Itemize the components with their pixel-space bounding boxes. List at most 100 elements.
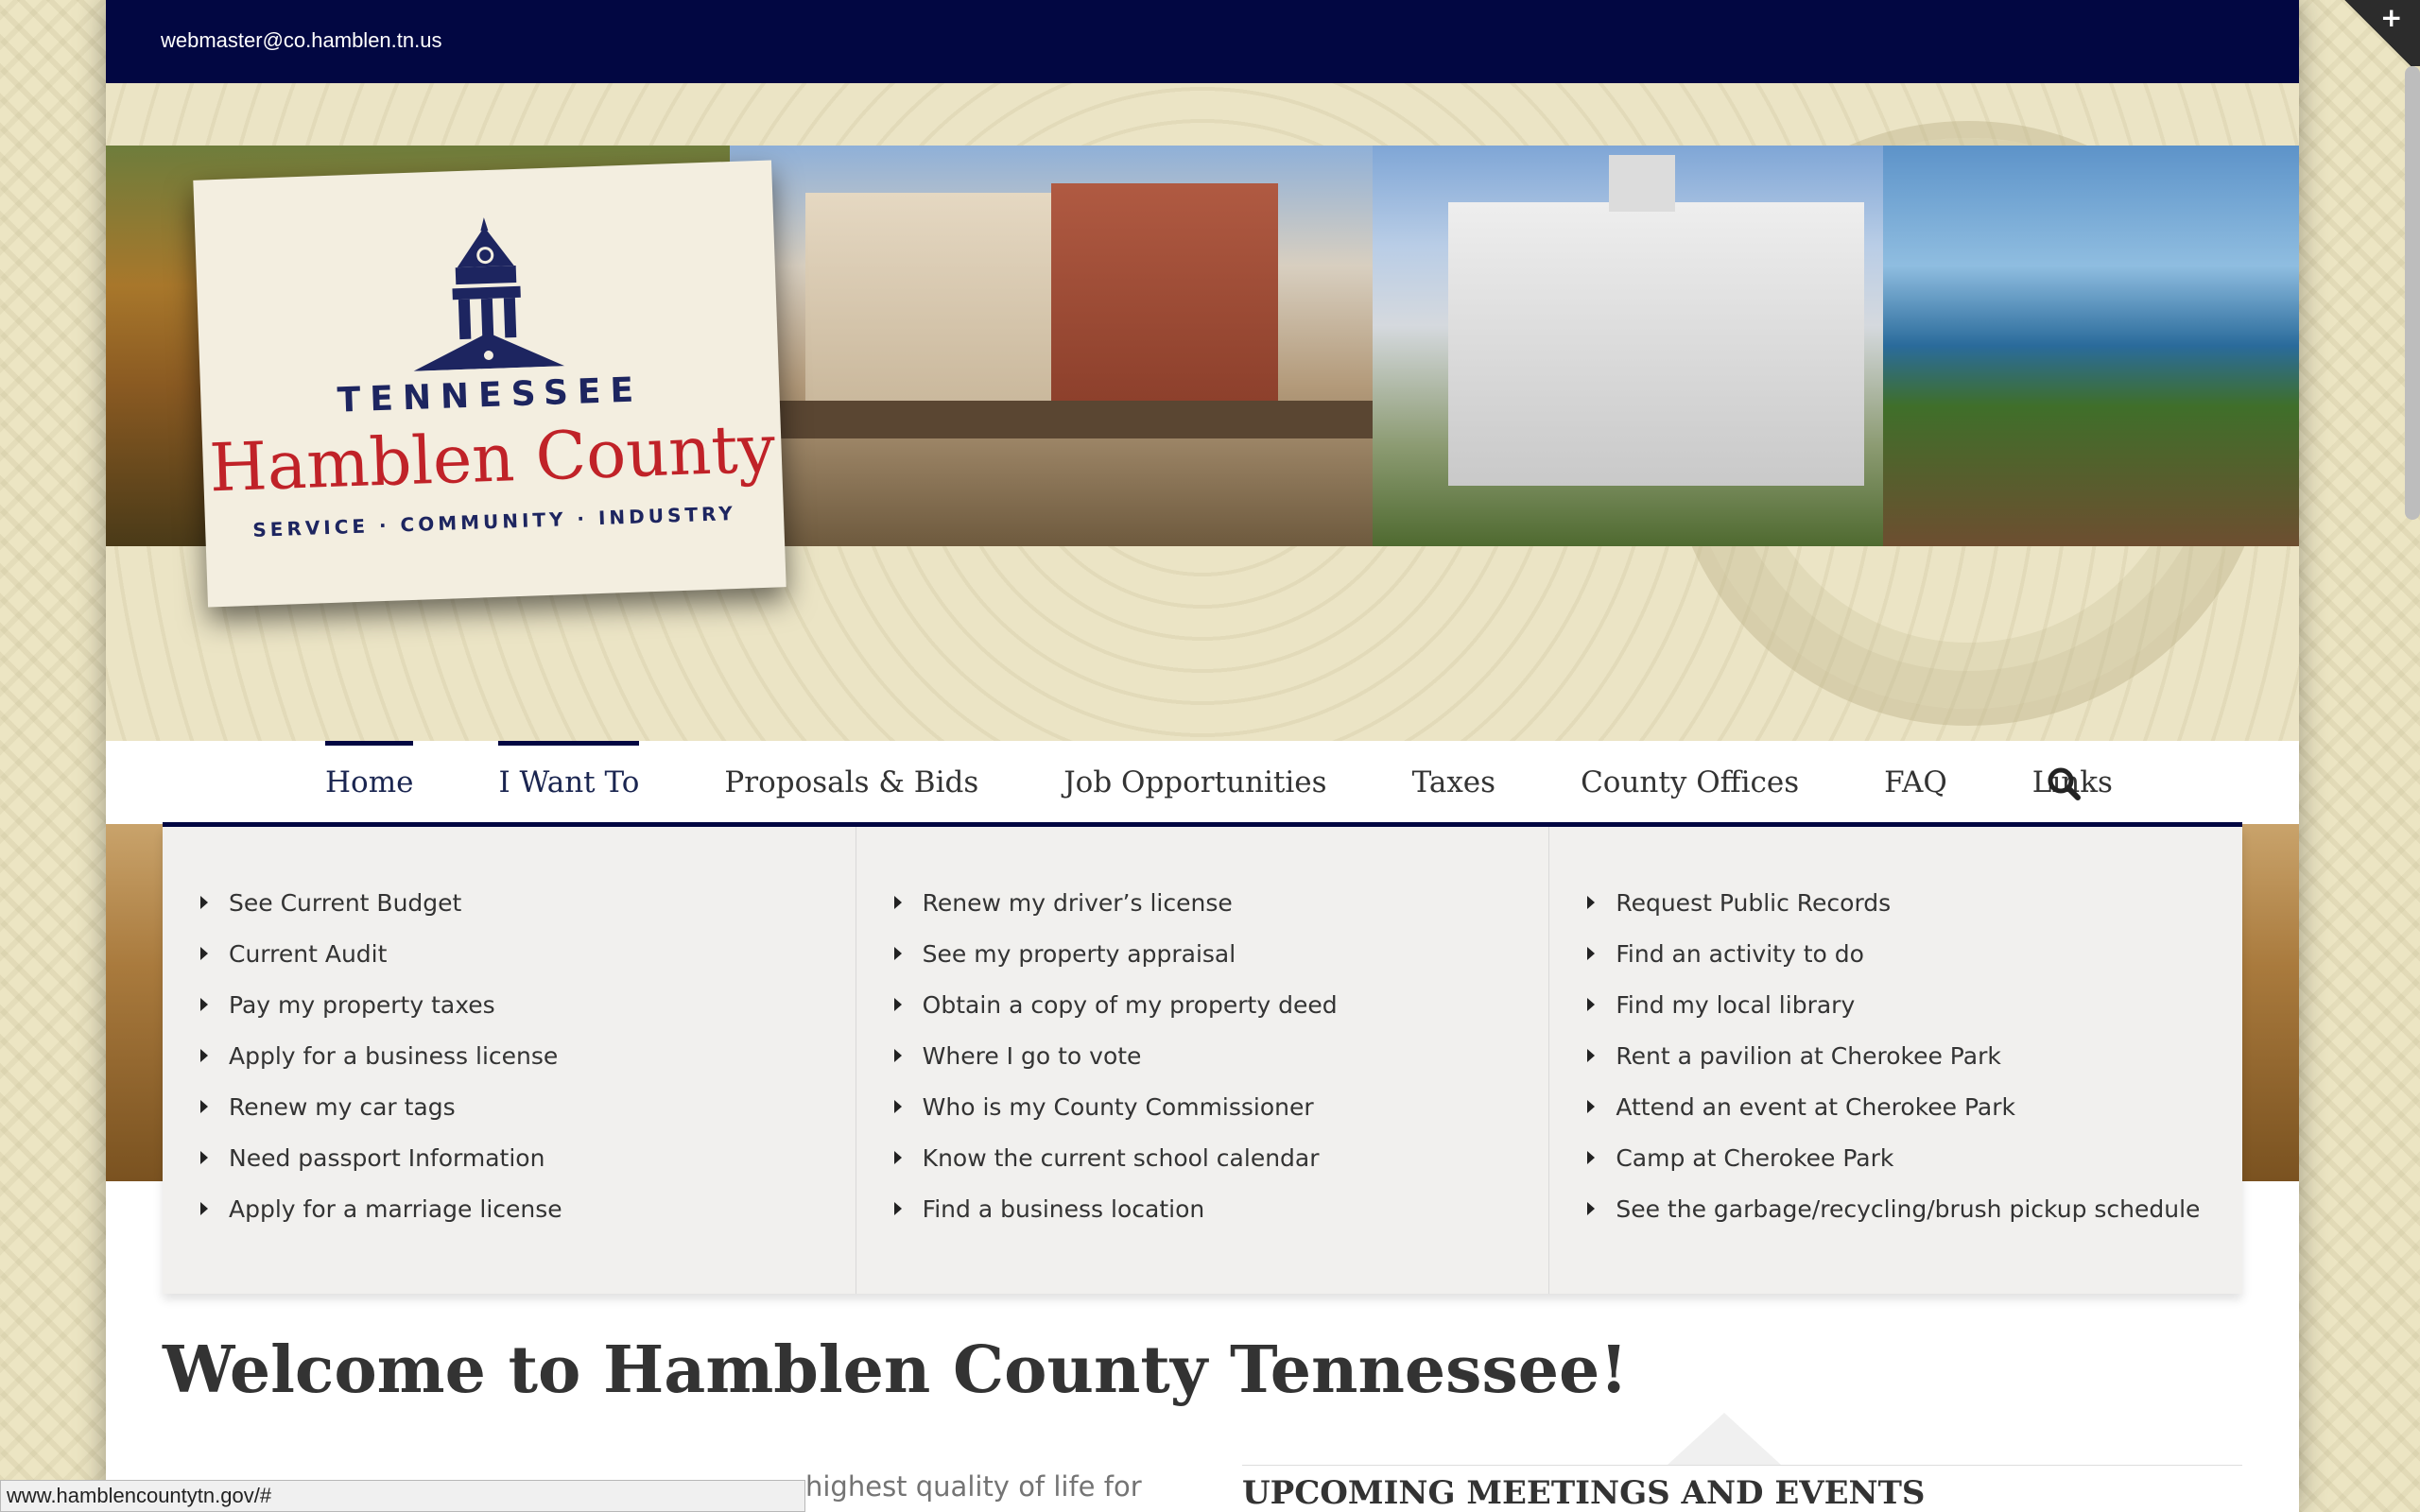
mega-menu-link-label: Find a business location (922, 1195, 1205, 1223)
caret-right-icon (200, 896, 208, 909)
caret-right-icon (1587, 998, 1596, 1011)
webmaster-email-link[interactable]: webmaster@co.hamblen.tn.us (161, 28, 441, 53)
mega-menu-link-label: Apply for a business license (229, 1042, 559, 1070)
courthouse-cupola-image (1609, 155, 1675, 212)
mega-menu-link[interactable]: Find a business location (893, 1195, 1549, 1246)
mega-menu-link[interactable]: Current Audit (200, 940, 856, 991)
mega-menu-link[interactable]: Rent a pavilion at Cherokee Park (1587, 1042, 2242, 1093)
nav-menu: Home I Want To Proposals & Bids Job Oppo… (325, 741, 2198, 824)
mega-menu-link[interactable]: Camp at Cherokee Park (1587, 1144, 2242, 1195)
mega-menu-link[interactable]: Who is my County Commissioner (893, 1093, 1549, 1144)
mega-menu-link[interactable]: Pay my property taxes (200, 991, 856, 1042)
mega-menu-link-label: See my property appraisal (922, 940, 1236, 968)
mega-menu-link[interactable]: Renew my car tags (200, 1093, 856, 1144)
mega-menu-link[interactable]: Where I go to vote (893, 1042, 1549, 1093)
mega-menu-link-label: Renew my car tags (229, 1093, 456, 1121)
mega-menu-link-label: See Current Budget (229, 889, 462, 917)
mega-menu-link-label: Find my local library (1616, 991, 1856, 1019)
search-icon[interactable] (2046, 765, 2083, 803)
caret-right-icon (1587, 1049, 1596, 1062)
intro-visible-text: highest quality of life for (805, 1470, 1142, 1503)
mega-menu-link-label: Find an activity to do (1616, 940, 1864, 968)
top-bar: webmaster@co.hamblen.tn.us (106, 0, 2299, 83)
caret-right-icon (1587, 896, 1596, 909)
mega-menu-link[interactable]: Find my local library (1587, 991, 2242, 1042)
mega-menu-link-label: Request Public Records (1616, 889, 1892, 917)
caret-right-icon (893, 896, 902, 909)
events-pointer-decoration (1668, 1413, 1781, 1465)
caret-right-icon (893, 1049, 902, 1062)
caret-right-icon (200, 1049, 208, 1062)
page-title: Welcome to Hamblen County Tennessee! (163, 1332, 1629, 1408)
mega-menu-link-label: Where I go to vote (922, 1042, 1142, 1070)
caret-right-icon (893, 998, 902, 1011)
mega-menu-link[interactable]: Request Public Records (1587, 889, 2242, 940)
plus-icon[interactable]: + (2380, 2, 2402, 33)
mega-menu-link-label: Pay my property taxes (229, 991, 495, 1019)
mega-menu-link[interactable]: Obtain a copy of my property deed (893, 991, 1549, 1042)
mega-menu-link[interactable]: Apply for a business license (200, 1042, 856, 1093)
events-heading: UPCOMING MEETINGS AND EVENTS (1242, 1474, 1926, 1512)
mega-menu-link[interactable]: Attend an event at Cherokee Park (1587, 1093, 2242, 1144)
mega-menu-link-label: Apply for a marriage license (229, 1195, 562, 1223)
caret-right-icon (200, 1202, 208, 1215)
mega-menu-link[interactable]: Know the current school calendar (893, 1144, 1549, 1195)
mega-menu-link-label: Attend an event at Cherokee Park (1616, 1093, 2016, 1121)
nav-item-taxes[interactable]: Taxes (1412, 741, 1496, 824)
nav-item-job-opportunities[interactable]: Job Opportunities (1063, 741, 1326, 824)
mega-menu-link-label: Rent a pavilion at Cherokee Park (1616, 1042, 2001, 1070)
events-divider (1242, 1465, 2242, 1466)
caret-right-icon (1587, 1100, 1596, 1113)
caret-right-icon (893, 1202, 902, 1215)
red-brick-building-image (1051, 183, 1278, 420)
mega-menu-link-label: Obtain a copy of my property deed (922, 991, 1338, 1019)
mega-menu-link[interactable]: See my property appraisal (893, 940, 1549, 991)
nav-item-proposals-bids[interactable]: Proposals & Bids (724, 741, 978, 824)
caret-right-icon (1587, 947, 1596, 960)
right-edge-photo (2242, 824, 2299, 1181)
caret-right-icon (893, 947, 902, 960)
mega-menu-link-label: Current Audit (229, 940, 388, 968)
scrollbar[interactable] (2405, 66, 2420, 520)
corner-expand-tab[interactable] (2335, 0, 2420, 66)
nav-item-faq[interactable]: FAQ (1884, 741, 1947, 824)
lake-overlook-photo (1883, 146, 2299, 546)
caret-right-icon (1587, 1202, 1596, 1215)
mega-menu-link-label: See the garbage/recycling/brush pickup s… (1616, 1195, 2201, 1223)
mega-menu-link[interactable]: Find an activity to do (1587, 940, 2242, 991)
caret-right-icon (200, 947, 208, 960)
caret-right-icon (893, 1151, 902, 1164)
caret-right-icon (1587, 1151, 1596, 1164)
mega-menu-link-label: Know the current school calendar (922, 1144, 1320, 1172)
mega-menu-link[interactable]: See the garbage/recycling/brush pickup s… (1587, 1195, 2242, 1246)
courthouse-building-image (1448, 202, 1864, 486)
main-navigation: Home I Want To Proposals & Bids Job Oppo… (106, 741, 2299, 824)
caret-right-icon (200, 1100, 208, 1113)
i-want-to-mega-menu: See Current Budget Current Audit Pay my … (163, 827, 2242, 1294)
nav-item-county-offices[interactable]: County Offices (1581, 741, 1799, 824)
mega-menu-link[interactable]: Need passport Information (200, 1144, 856, 1195)
caret-right-icon (200, 1151, 208, 1164)
mega-menu-column-1: See Current Budget Current Audit Pay my … (163, 827, 856, 1294)
header: TENNESSEE Hamblen County SERVICE · COMMU… (106, 83, 2299, 741)
nav-item-i-want-to[interactable]: I Want To (498, 741, 639, 824)
mega-menu-column-2: Renew my driver’s license See my propert… (856, 827, 1550, 1294)
logo-county-name: Hamblen County (208, 409, 777, 507)
mega-menu-link[interactable]: See Current Budget (200, 889, 856, 940)
mega-menu-link[interactable]: Renew my driver’s license (893, 889, 1549, 940)
historic-building-image (805, 193, 1051, 410)
caret-right-icon (200, 998, 208, 1011)
pedestrian-bridge-image (768, 401, 1382, 438)
mega-menu-link-label: Who is my County Commissioner (922, 1093, 1314, 1121)
left-edge-photo (106, 824, 163, 1181)
mega-menu-link-label: Camp at Cherokee Park (1616, 1144, 1894, 1172)
status-bar-url: www.hamblencountytn.gov/# (0, 1480, 805, 1512)
caret-right-icon (893, 1100, 902, 1113)
nav-item-home[interactable]: Home (325, 741, 414, 824)
mega-menu-link[interactable]: Apply for a marriage license (200, 1195, 856, 1246)
hamblen-county-logo[interactable]: TENNESSEE Hamblen County SERVICE · COMMU… (193, 160, 786, 608)
logo-tagline: SERVICE · COMMUNITY · INDUSTRY (251, 501, 737, 541)
page: webmaster@co.hamblen.tn.us TENNESSEE Ham… (106, 0, 2299, 1512)
mega-menu-link-label: Need passport Information (229, 1144, 545, 1172)
mega-menu-column-3: Request Public Records Find an activity … (1549, 827, 2242, 1294)
